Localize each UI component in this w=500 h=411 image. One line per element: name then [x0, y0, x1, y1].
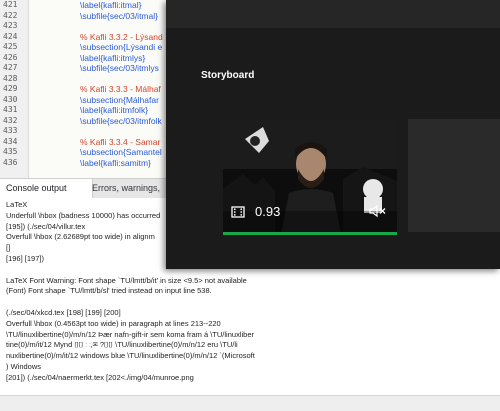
- muted-speaker-icon[interactable]: [369, 204, 387, 218]
- console-line: [195]) (./sec/04/villur.tex: [6, 221, 86, 231]
- line-number: 424: [3, 31, 18, 41]
- window-titlebar[interactable]: [166, 0, 500, 28]
- console-line: \TU/linuxlibertine(0)/m/n/12 Þær nafn-gi…: [6, 329, 254, 339]
- status-bar: [0, 395, 500, 411]
- tab-console-output[interactable]: Console output: [0, 179, 93, 198]
- line-number: 430: [3, 94, 18, 104]
- code-line[interactable]: \label{kafli:itmal}: [80, 0, 141, 11]
- code-line[interactable]: % Kafli 3.3.3 - Málhaf: [80, 84, 161, 95]
- code-line[interactable]: \label{kafli:itmfolk}: [80, 105, 148, 116]
- line-number: 434: [3, 136, 18, 146]
- console-line: Overfull \hbox (2.62689pt too wide) in a…: [6, 232, 155, 242]
- line-number: 425: [3, 42, 18, 51]
- line-number: 427: [3, 63, 18, 72]
- console-line: [196] [197]): [6, 254, 44, 263]
- next-clip-placeholder[interactable]: [408, 119, 500, 232]
- line-number: 429: [3, 84, 18, 93]
- output-tab-bar: Console output Errors, warnings,: [0, 178, 170, 199]
- line-number: 428: [3, 73, 18, 83]
- line-number: 421: [3, 0, 18, 9]
- line-number: 426: [3, 52, 18, 62]
- line-number: 431: [3, 105, 18, 114]
- line-number: 422: [3, 10, 18, 20]
- line-number: 423: [3, 21, 18, 30]
- video-clip-thumbnail[interactable]: 0.93: [223, 119, 397, 234]
- console-line: ) Windows: [6, 362, 42, 371]
- code-line[interactable]: \subfile{sec/03/itmal}: [80, 11, 158, 22]
- console-line: Overfull \hbox (0.4563pt too wide) in pa…: [6, 318, 221, 328]
- clip-duration: 0.93: [255, 204, 281, 219]
- line-number: 436: [3, 157, 18, 167]
- line-number-gutter: 421 422 423 424 425 426 427 428 429 430 431 432 433 4…: [0, 0, 29, 178]
- code-line[interactable]: \label{kafli:itmlys}: [80, 53, 145, 64]
- console-line: []: [6, 243, 11, 253]
- storyboard-window: Storyboard 0.93: [166, 0, 500, 269]
- line-number: 435: [3, 147, 18, 156]
- code-line[interactable]: \subfile{sec/03/itmlys: [80, 63, 159, 74]
- line-number: 432: [3, 115, 18, 125]
- code-line[interactable]: \subsection{Samantel: [80, 147, 162, 158]
- clip-progress-bar: [223, 232, 397, 235]
- console-line: nuxlibertine(0)/m/it/12 windows blue \TU…: [6, 351, 255, 361]
- code-line[interactable]: % Kafli 3.3.4 - Samar: [80, 137, 160, 148]
- console-line: Underfull \hbox (badness 10000) has occu…: [6, 210, 161, 220]
- console-line: tine(0)/m/it/12 Mynd ⌷⌷ ⸬,✉ ?⌷⌷ \TU/linu…: [6, 340, 238, 350]
- code-line[interactable]: \subfile{sec/03/itmfolk: [80, 116, 162, 127]
- code-line[interactable]: \label{kafli:samitm}: [80, 158, 151, 169]
- code-line[interactable]: \subsection{Málhafar: [80, 95, 159, 106]
- console-line: [201]) (./sec/04/naermerkt.tex [202<./im…: [6, 372, 194, 382]
- console-line: (./sec/04/xkcd.tex [198] [199] [200]: [6, 308, 121, 317]
- code-line[interactable]: % Kafli 3.3.2 - Lýsand: [80, 32, 163, 43]
- tab-errors-warnings[interactable]: Errors, warnings,: [86, 179, 166, 198]
- console-line: LaTeX: [6, 200, 28, 209]
- code-line[interactable]: \subsection{Lýsandi e: [80, 42, 162, 53]
- code-editor[interactable]: 421 422 423 424 425 426 427 428 429 430 431 432 433 4…: [0, 0, 171, 178]
- console-line: (Font) Font shape `TU/lmtt/b/sl' tried i…: [6, 286, 212, 296]
- console-line: LaTeX Font Warning: Font shape `TU/lmtt/…: [6, 275, 247, 285]
- film-icon: [231, 206, 245, 218]
- line-number: 433: [3, 126, 18, 135]
- storyboard-title: Storyboard: [201, 70, 255, 81]
